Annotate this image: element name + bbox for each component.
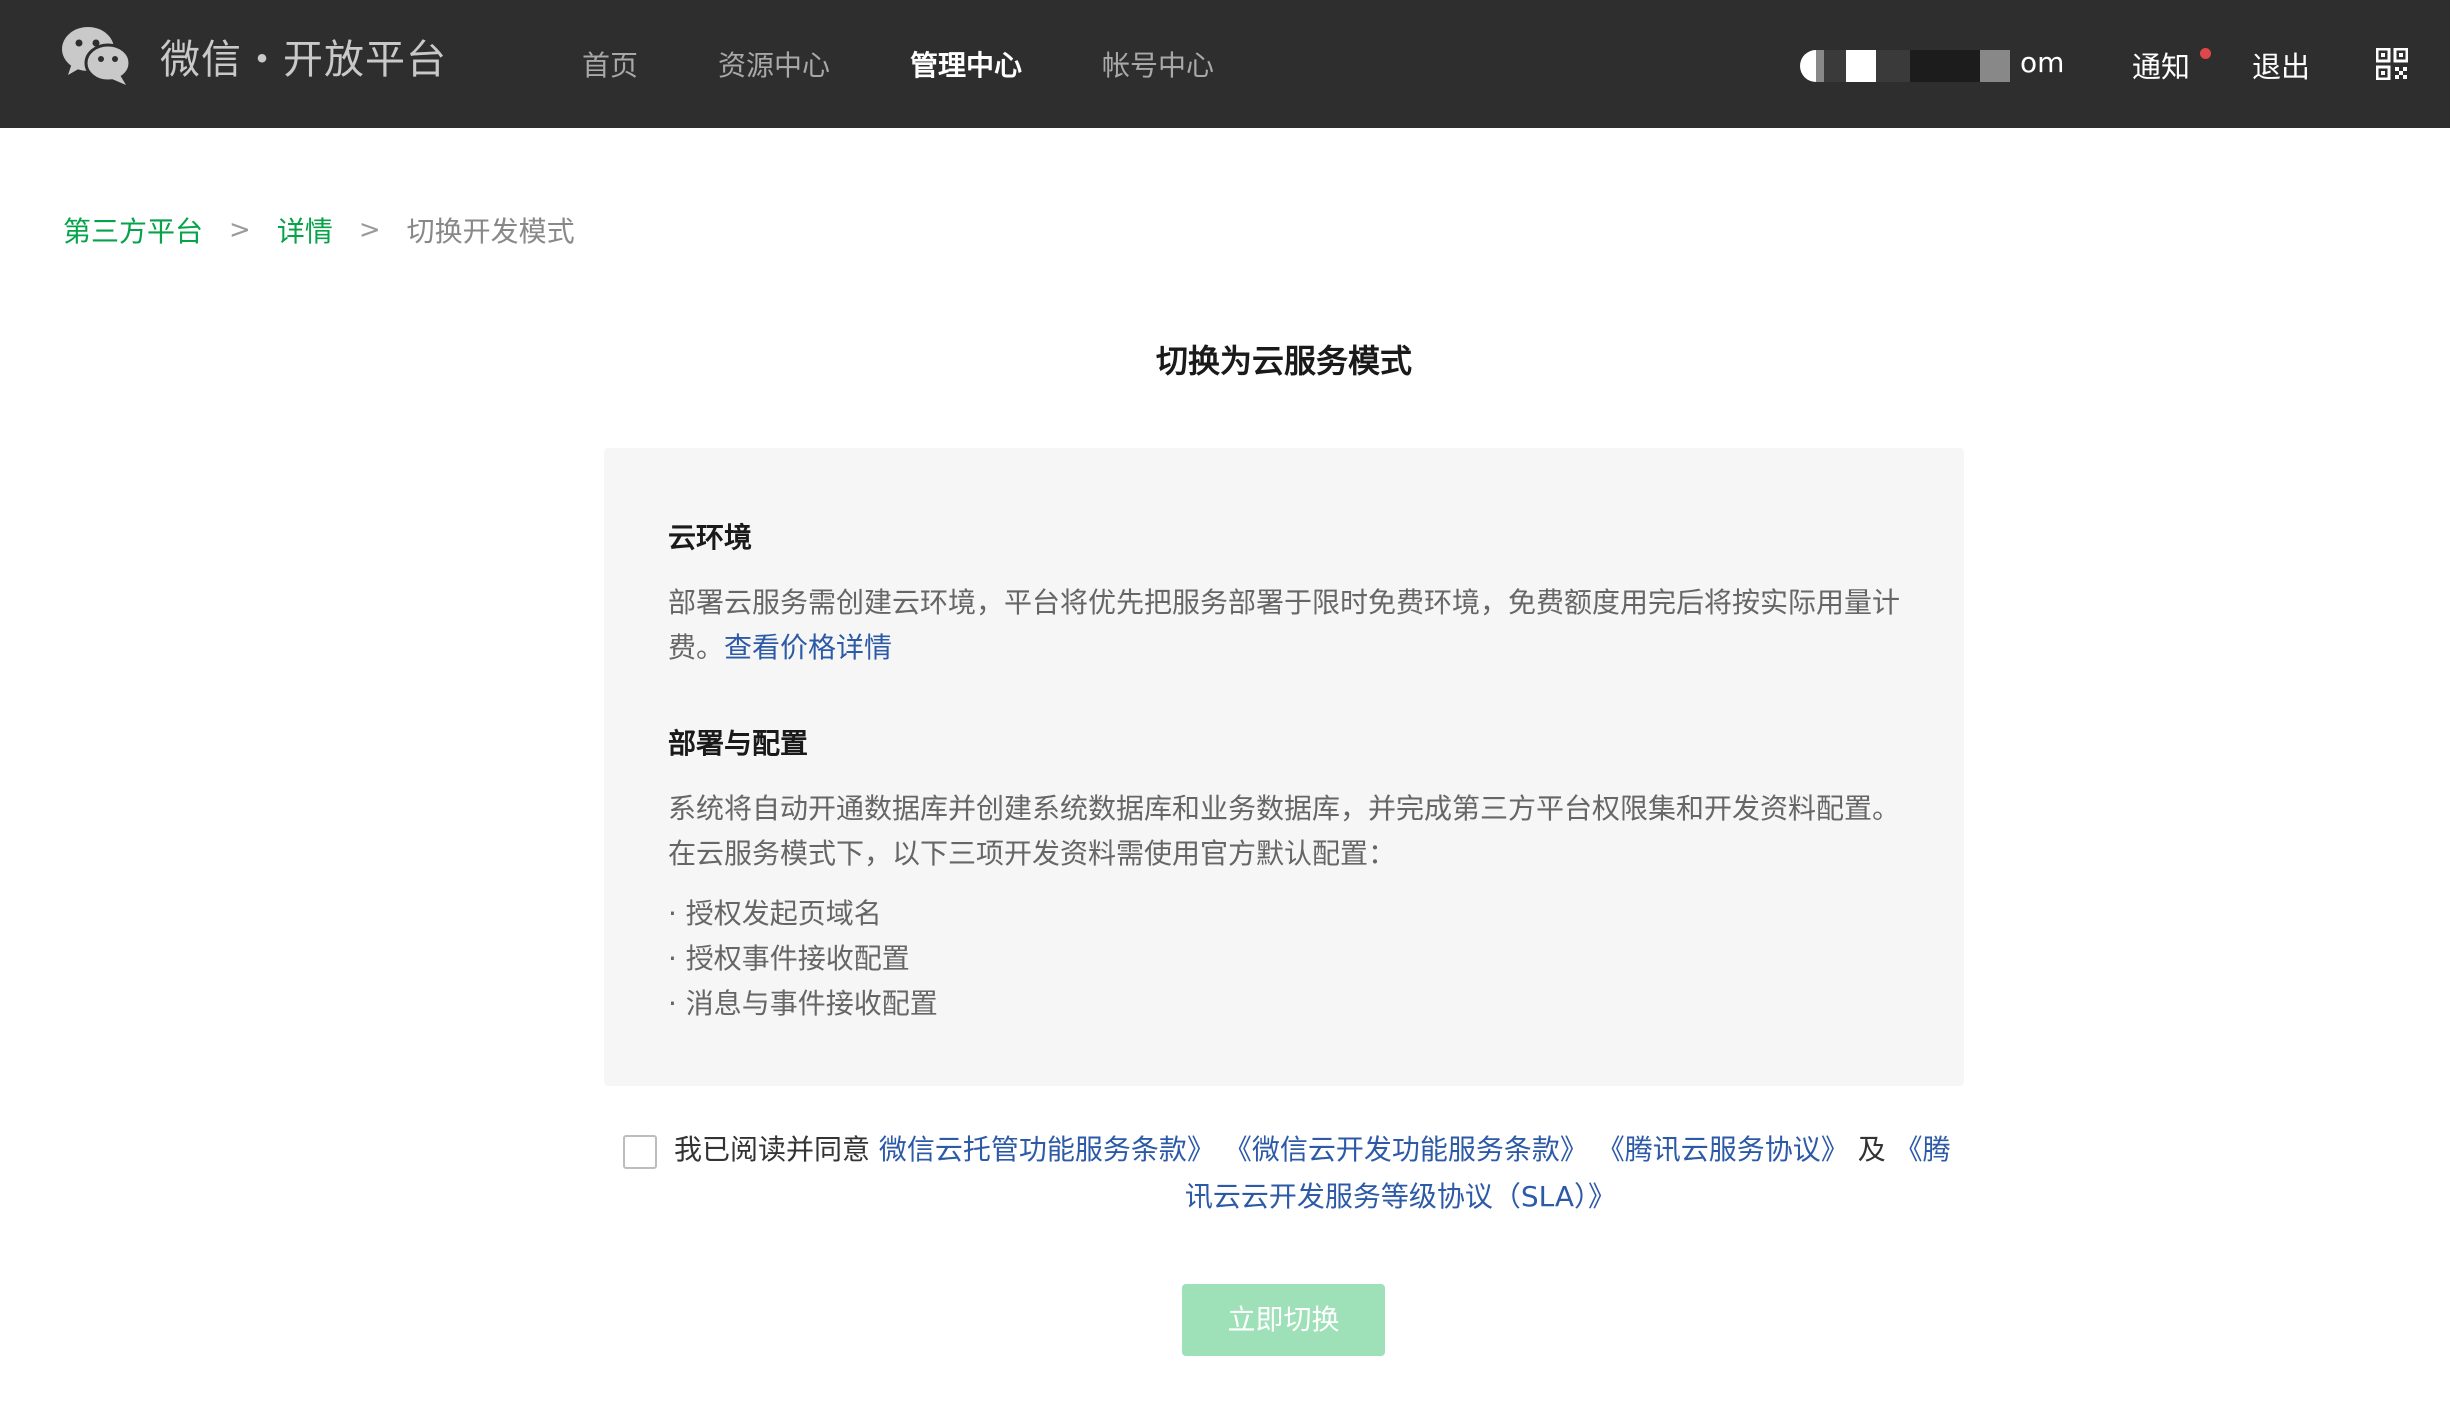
nav-resource-center[interactable]: 资源中心	[718, 44, 830, 84]
info-panel: 云环境 部署云服务需创建云环境，平台将优先把服务部署于限时免费环境，免费额度用完…	[604, 448, 1964, 1086]
chevron-right-icon: >	[229, 215, 251, 245]
section-cloud-env-title: 云环境	[668, 521, 753, 554]
wechat-logo-icon	[62, 27, 132, 85]
user-email-redacted	[1800, 50, 2012, 82]
agree-joiner: 及	[1857, 1133, 1886, 1166]
breadcrumb-current: 切换开发模式	[406, 215, 575, 248]
notification-link[interactable]: 通知	[2132, 44, 2190, 86]
wechat-cloud-hosting-terms-link[interactable]: 微信云托管功能服务条款》	[879, 1133, 1215, 1166]
agree-prefix: 我已阅读并同意	[674, 1133, 871, 1166]
sla-link-part2[interactable]: 讯云云开发服务等级协议（SLA）》	[1185, 1180, 1616, 1213]
deploy-text-line1: 系统将自动开通数据库并创建系统数据库和业务数据库，并完成第三方平台权限集和开发资…	[668, 792, 1901, 825]
wechat-open-platform-logo[interactable]: 微信・开放平台	[60, 24, 447, 88]
wechat-cloud-dev-terms-link[interactable]: 《微信云开发功能服务条款》	[1224, 1133, 1588, 1166]
nav-account-center[interactable]: 帐号中心	[1102, 44, 1214, 84]
logo-text: 微信・开放平台	[160, 37, 447, 83]
main-nav: 首页 资源中心 管理中心 帐号中心	[582, 0, 1294, 128]
breadcrumb: 第三方平台 > 详情 > 切换开发模式	[63, 210, 575, 250]
list-item: · 授权发起页域名	[668, 897, 882, 930]
deploy-text-line2: 在云服务模式下，以下三项开发资料需使用官方默认配置：	[668, 837, 1397, 870]
tencent-cloud-service-agreement-link[interactable]: 《腾讯云服务协议》	[1597, 1133, 1849, 1166]
agreement-text: 我已阅读并同意 微信云托管功能服务条款》 《微信云开发功能服务条款》 《腾讯云服…	[674, 1126, 1974, 1220]
agree-checkbox[interactable]	[623, 1135, 657, 1169]
nav-management-center[interactable]: 管理中心	[910, 44, 1022, 84]
nav-home[interactable]: 首页	[582, 44, 638, 84]
qr-code-icon[interactable]	[2376, 48, 2408, 80]
logout-link[interactable]: 退出	[2252, 44, 2310, 86]
view-pricing-link[interactable]: 查看价格详情	[724, 631, 892, 664]
section-cloud-env-text: 部署云服务需创建云环境，平台将优先把服务部署于限时免费环境，免费额度用完后将按实…	[668, 580, 1908, 670]
chevron-right-icon: >	[358, 215, 381, 245]
top-navbar: 微信・开放平台 首页 资源中心 管理中心 帐号中心 om 通知 退出	[0, 0, 2450, 128]
switch-now-button[interactable]: 立即切换	[1182, 1284, 1385, 1356]
breadcrumb-third-party-platform[interactable]: 第三方平台	[63, 210, 203, 250]
sla-link-part1[interactable]: 《腾	[1895, 1133, 1951, 1166]
section-deploy-text: 系统将自动开通数据库并创建系统数据库和业务数据库，并完成第三方平台权限集和开发资…	[668, 786, 1908, 876]
page-title: 切换为云服务模式	[1155, 342, 1412, 380]
user-email-suffix: om	[2020, 46, 2065, 79]
section-deploy-title: 部署与配置	[668, 727, 809, 760]
list-item: · 授权事件接收配置	[668, 942, 910, 975]
list-item: · 消息与事件接收配置	[668, 987, 938, 1020]
notification-dot	[2200, 48, 2211, 59]
breadcrumb-details[interactable]: 详情	[277, 210, 333, 250]
